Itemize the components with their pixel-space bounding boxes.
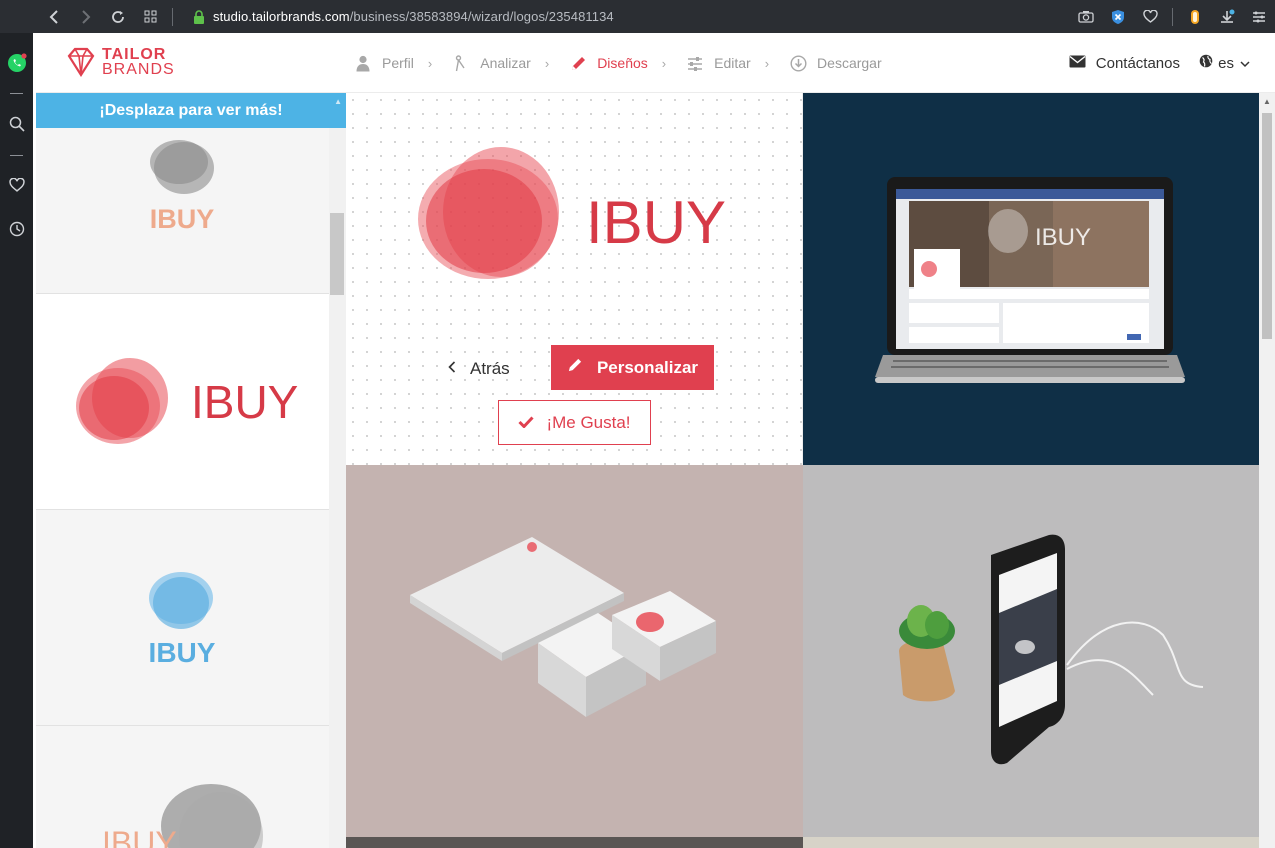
scroll-hint-banner: ¡Desplaza para ver más! ▲	[36, 93, 346, 128]
laptop-mockup-tile[interactable]: IBUY	[803, 93, 1259, 465]
menu-icon[interactable]	[1243, 0, 1275, 33]
address-bar[interactable]: studio.tailorbrands.com/business/3858389…	[213, 9, 614, 24]
logo-option-card[interactable]: IBUY	[36, 726, 329, 848]
phone-mockup-image	[899, 534, 1204, 765]
logo-option-card[interactable]: IBUY	[36, 510, 329, 726]
step-label: Perfil	[382, 55, 414, 71]
pencil-icon	[569, 54, 587, 72]
chevron-right-icon: ›	[764, 55, 770, 71]
step-label: Diseños	[597, 55, 648, 71]
padlock-icon	[193, 9, 205, 24]
customize-button[interactable]: Personalizar	[551, 345, 714, 390]
step-editar[interactable]: Editar ›	[686, 54, 769, 72]
heart-icon[interactable]	[1134, 0, 1166, 33]
shield-icon[interactable]	[1102, 0, 1134, 33]
contact-link[interactable]: Contáctanos	[1069, 33, 1180, 93]
step-descargar[interactable]: Descargar	[789, 54, 882, 72]
brand-name: TAILOR	[102, 46, 167, 63]
logo-preview-gray: IBUY	[150, 140, 215, 234]
brand-logo-icon	[67, 47, 95, 78]
back-button[interactable]: Atrás	[448, 352, 510, 386]
reload-icon[interactable]	[102, 3, 134, 31]
customize-label: Personalizar	[596, 357, 699, 377]
heart-icon[interactable]	[0, 171, 33, 199]
logo-option-card[interactable]: IBUY	[36, 128, 329, 294]
browser-toolbar: studio.tailorbrands.com/business/3858389…	[0, 0, 1275, 33]
wizard-steps: Perfil › Analizar › Diseños › Editar › D…	[354, 33, 902, 93]
chevron-left-icon	[448, 360, 456, 378]
contact-label: Contáctanos	[1095, 54, 1180, 72]
logo-preview-gray-peach: IBUY	[102, 784, 263, 848]
logo-list-scrollbar-thumb[interactable]	[330, 213, 344, 295]
logo-preview-red: IBUY	[76, 358, 298, 444]
toolbar-divider	[1172, 7, 1173, 26]
chevron-down-icon	[1240, 55, 1250, 72]
step-label: Descargar	[817, 55, 882, 71]
logo-wordmark: IBUY	[150, 204, 215, 234]
like-label: ¡Me Gusta!	[546, 412, 631, 432]
mockup-tile-partial[interactable]	[803, 837, 1259, 848]
compass-icon	[452, 54, 470, 72]
clock-icon[interactable]	[0, 215, 33, 243]
toolbar-divider	[172, 7, 173, 26]
language-selector[interactable]: es	[1199, 33, 1250, 93]
main-logo-wordmark: IBUY	[586, 189, 726, 256]
logo-wordmark: IBUY	[191, 376, 298, 428]
logo-wordmark: IBUY	[102, 825, 177, 848]
scroll-hint-label: ¡Desplaza para ver más!	[99, 101, 283, 119]
phone-mockup-tile[interactable]	[803, 465, 1259, 837]
stationery-mockup-image	[410, 537, 716, 717]
app-header: TAILOR BRANDS Perfil › Analizar › Diseño…	[36, 33, 1275, 93]
logo-wordmark: IBUY	[149, 637, 216, 668]
laptop-mockup-image: IBUY	[875, 177, 1185, 383]
sliders-icon	[686, 54, 704, 72]
chevron-right-icon: ›	[427, 55, 433, 71]
brand-subname: BRANDS	[102, 61, 175, 78]
sidebar-divider	[10, 155, 23, 156]
checkmark-icon	[518, 413, 535, 433]
sidebar-divider	[10, 93, 23, 94]
step-label: Analizar	[480, 55, 531, 71]
pencil-icon	[567, 357, 583, 378]
step-label: Editar	[714, 55, 751, 71]
page-scrollbar[interactable]: ▲	[1259, 93, 1275, 848]
search-icon[interactable]	[0, 110, 33, 138]
step-analizar[interactable]: Analizar ›	[452, 54, 549, 72]
download-icon[interactable]	[1211, 0, 1243, 33]
step-perfil[interactable]: Perfil ›	[354, 54, 432, 72]
browser-sidebar	[0, 33, 33, 848]
language-label: es	[1218, 54, 1234, 72]
forward-arrow-icon[interactable]	[70, 3, 102, 31]
download-circle-icon	[789, 54, 807, 72]
chevron-right-icon: ›	[544, 55, 550, 71]
logo-preview-blue: IBUY	[149, 572, 216, 668]
like-button[interactable]: ¡Me Gusta!	[498, 400, 651, 445]
user-icon	[354, 54, 372, 72]
chevron-right-icon: ›	[661, 55, 667, 71]
stationery-mockup-tile[interactable]	[346, 465, 803, 837]
laptop-logo-wordmark: IBUY	[1035, 224, 1091, 251]
scroll-up-arrow-icon[interactable]: ▲	[334, 97, 342, 106]
logo-option-card-selected[interactable]: IBUY	[36, 294, 329, 510]
logo-list-panel: IBUY IBUY IBUY IBUY ¡Desplaza para ver m…	[36, 93, 346, 848]
whatsapp-icon[interactable]	[0, 49, 33, 77]
tabs-grid-icon[interactable]	[134, 3, 166, 31]
envelope-icon	[1069, 55, 1086, 72]
globe-icon	[1199, 54, 1213, 72]
camera-icon[interactable]	[1070, 0, 1102, 33]
extension-icon[interactable]	[1179, 0, 1211, 33]
brand-logo[interactable]: TAILOR BRANDS	[66, 46, 175, 78]
back-arrow-icon[interactable]	[38, 3, 70, 31]
step-disenos[interactable]: Diseños ›	[569, 54, 666, 72]
mockup-tile-partial[interactable]	[346, 837, 803, 848]
page-scrollbar-thumb[interactable]	[1262, 113, 1272, 339]
back-label: Atrás	[470, 359, 510, 378]
scroll-up-arrow-icon[interactable]: ▲	[1263, 97, 1271, 106]
